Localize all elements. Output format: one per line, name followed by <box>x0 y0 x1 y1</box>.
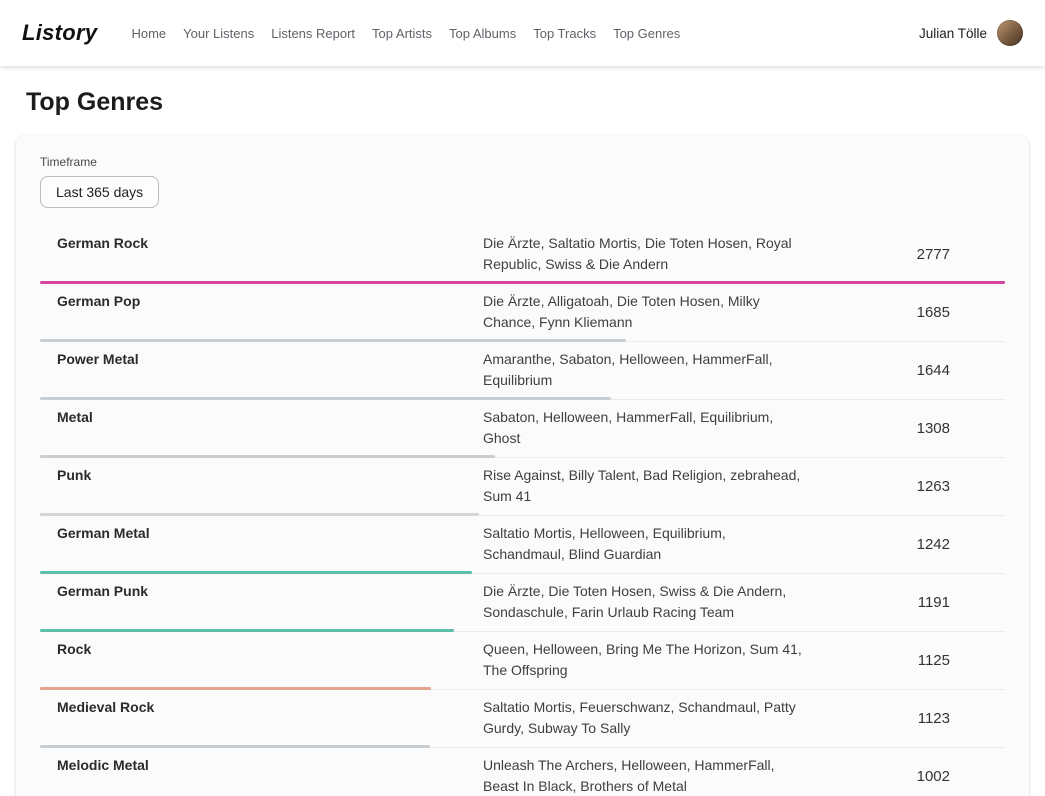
genre-row: German Pop Die Ärzte, Alligatoah, Die To… <box>40 284 1005 342</box>
genre-count: 2777 <box>823 246 1005 263</box>
user-name: Julian Tölle <box>919 26 987 41</box>
genre-artists: Die Ärzte, Alligatoah, Die Toten Hosen, … <box>483 291 823 333</box>
genre-count: 1263 <box>823 478 1005 495</box>
genre-name: Medieval Rock <box>57 697 483 715</box>
user-area: Julian Tölle <box>919 20 1023 46</box>
genre-table: German Rock Die Ärzte, Saltatio Mortis, … <box>40 226 1005 796</box>
genre-row: German Punk Die Ärzte, Die Toten Hosen, … <box>40 574 1005 632</box>
genre-row: German Metal Saltatio Mortis, Helloween,… <box>40 516 1005 574</box>
genre-name: Punk <box>57 465 483 483</box>
genre-artists: Rise Against, Billy Talent, Bad Religion… <box>483 465 823 507</box>
genre-name: Metal <box>57 407 483 425</box>
genre-row: Melodic Metal Unleash The Archers, Hello… <box>40 748 1005 796</box>
nav-item-top-genres[interactable]: Top Genres <box>613 26 680 41</box>
top-navigation-bar: Listory Home Your Listens Listens Report… <box>0 0 1045 66</box>
genre-row: Medieval Rock Saltatio Mortis, Feuerschw… <box>40 690 1005 748</box>
genre-artists: Saltatio Mortis, Feuerschwanz, Schandmau… <box>483 697 823 739</box>
page-content: Top Genres Timeframe Last 365 days Germa… <box>0 88 1045 796</box>
genre-artists: Die Ärzte, Die Toten Hosen, Swiss & Die … <box>483 581 823 623</box>
genre-name: German Punk <box>57 581 483 599</box>
genre-row: Rock Queen, Helloween, Bring Me The Hori… <box>40 632 1005 690</box>
genre-count: 1002 <box>823 768 1005 785</box>
app-logo[interactable]: Listory <box>22 20 97 46</box>
genre-name: German Metal <box>57 523 483 541</box>
genre-artists: Unleash The Archers, Helloween, HammerFa… <box>483 755 823 796</box>
genre-row: Power Metal Amaranthe, Sabaton, Hellowee… <box>40 342 1005 400</box>
genre-artists: Sabaton, Helloween, HammerFall, Equilibr… <box>483 407 823 449</box>
nav-item-listens-report[interactable]: Listens Report <box>271 26 355 41</box>
top-genres-card: Timeframe Last 365 days German Rock Die … <box>16 135 1029 796</box>
nav-item-your-listens[interactable]: Your Listens <box>183 26 254 41</box>
genre-count: 1644 <box>823 362 1005 379</box>
genre-count: 1685 <box>823 304 1005 321</box>
genre-name: German Pop <box>57 291 483 309</box>
genre-artists: Amaranthe, Sabaton, Helloween, HammerFal… <box>483 349 823 391</box>
genre-count: 1191 <box>823 594 1005 611</box>
genre-row: German Rock Die Ärzte, Saltatio Mortis, … <box>40 226 1005 284</box>
nav-item-top-artists[interactable]: Top Artists <box>372 26 432 41</box>
user-avatar[interactable] <box>997 20 1023 46</box>
page-title: Top Genres <box>26 88 1019 117</box>
timeframe-select-button[interactable]: Last 365 days <box>40 176 159 208</box>
genre-count: 1242 <box>823 536 1005 553</box>
genre-artists: Queen, Helloween, Bring Me The Horizon, … <box>483 639 823 681</box>
genre-row: Metal Sabaton, Helloween, HammerFall, Eq… <box>40 400 1005 458</box>
nav-item-home[interactable]: Home <box>131 26 166 41</box>
nav-item-top-tracks[interactable]: Top Tracks <box>533 26 596 41</box>
timeframe-label: Timeframe <box>40 155 1005 169</box>
genre-count: 1125 <box>823 652 1005 669</box>
genre-count: 1308 <box>823 420 1005 437</box>
genre-artists: Saltatio Mortis, Helloween, Equilibrium,… <box>483 523 823 565</box>
genre-name: Rock <box>57 639 483 657</box>
genre-count: 1123 <box>823 710 1005 727</box>
genre-name: Melodic Metal <box>57 755 483 773</box>
nav-item-top-albums[interactable]: Top Albums <box>449 26 516 41</box>
genre-artists: Die Ärzte, Saltatio Mortis, Die Toten Ho… <box>483 233 823 275</box>
genre-name: German Rock <box>57 233 483 251</box>
main-nav: Home Your Listens Listens Report Top Art… <box>131 26 919 41</box>
genre-row: Punk Rise Against, Billy Talent, Bad Rel… <box>40 458 1005 516</box>
genre-name: Power Metal <box>57 349 483 367</box>
